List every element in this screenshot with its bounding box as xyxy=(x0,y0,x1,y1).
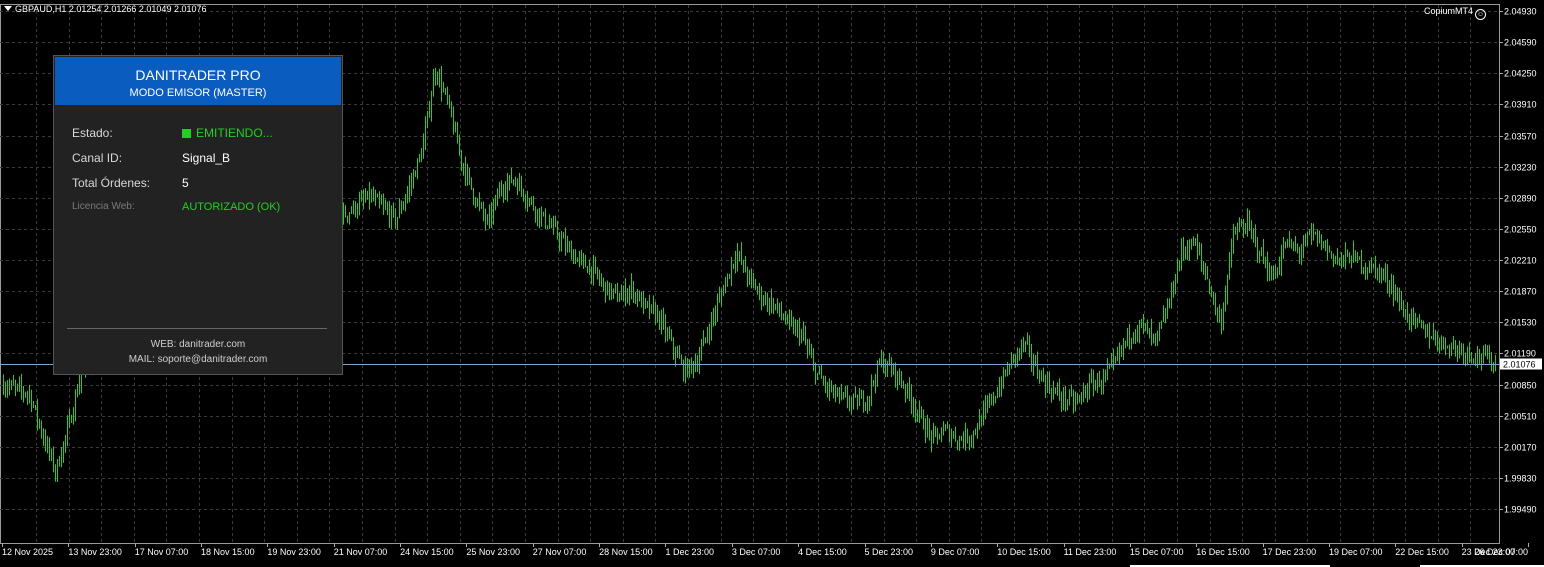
x-tick-label: 4 Dec 15:00 xyxy=(798,547,847,557)
x-tick-label: 25 Nov 23:00 xyxy=(466,547,520,557)
y-tick-label: 2.04250 xyxy=(1504,69,1537,79)
web-link[interactable]: WEB: danitrader.com xyxy=(54,339,342,350)
y-tick-label: 2.01190 xyxy=(1504,349,1536,359)
y-tick-label: 2.02210 xyxy=(1504,256,1537,266)
x-tick-label: 1 Dec 23:00 xyxy=(665,547,714,557)
y-tick-label: 2.00510 xyxy=(1504,412,1537,422)
brand-text: CopiumMT4 xyxy=(1423,6,1473,16)
x-tick-label: 16 Dec 15:00 xyxy=(1196,547,1250,557)
estado-label: Estado: xyxy=(72,126,113,140)
estado-value: EMITIENDO... xyxy=(182,126,273,140)
estado-text: EMITIENDO... xyxy=(196,126,273,140)
x-tick-label: 3 Dec 07:00 xyxy=(732,547,781,557)
canal-value: Signal_B xyxy=(182,151,231,165)
x-tick-label: 9 Dec 07:00 xyxy=(931,547,980,557)
y-tick-label: 2.04930 xyxy=(1504,7,1537,17)
status-square-icon xyxy=(182,129,191,138)
y-tick-label: 2.03910 xyxy=(1504,100,1537,110)
y-tick-label: 2.01870 xyxy=(1504,287,1537,297)
y-tick-label: 2.04590 xyxy=(1504,38,1537,48)
x-tick-label: 10 Dec 15:00 xyxy=(997,547,1051,557)
x-tick-label: 19 Dec 07:00 xyxy=(1329,547,1383,557)
y-tick-label: 2.01530 xyxy=(1504,318,1537,328)
licencia-label: Licencia Web: xyxy=(72,201,135,212)
x-tick-label: 17 Nov 07:00 xyxy=(135,547,189,557)
x-tick-label: 5 Dec 23:00 xyxy=(865,547,914,557)
x-tick-label: 19 Nov 23:00 xyxy=(267,547,321,557)
x-tick-label: 13 Nov 23:00 xyxy=(68,547,122,557)
y-tick-label: 2.03230 xyxy=(1504,163,1537,173)
panel-header: DANITRADER PRO MODO EMISOR (MASTER) xyxy=(55,57,341,105)
y-tick-label: 2.00850 xyxy=(1504,381,1537,391)
y-tick-label: 2.03570 xyxy=(1504,132,1537,142)
x-tick-label: 11 Dec 23:00 xyxy=(1064,547,1117,557)
x-tick-label: 12 Nov 2025 xyxy=(2,547,53,557)
y-tick-label: 2.02550 xyxy=(1504,225,1537,235)
x-tick-label: 18 Nov 15:00 xyxy=(201,547,255,557)
x-tick-label: 15 Dec 07:00 xyxy=(1130,547,1184,557)
x-tick-label: 22 Dec 15:00 xyxy=(1395,547,1449,557)
mail-link[interactable]: MAIL: soporte@danitrader.com xyxy=(54,354,342,365)
bottom-strip xyxy=(0,559,1544,567)
y-tick-label: 2.00170 xyxy=(1504,443,1537,453)
panel-subtitle: MODO EMISOR (MASTER) xyxy=(129,87,267,99)
licencia-value: AUTORIZADO (OK) xyxy=(182,201,281,213)
y-tick-label: 1.99490 xyxy=(1504,505,1537,515)
dropdown-triangle-icon[interactable] xyxy=(4,6,12,11)
panel-divider xyxy=(67,328,327,329)
x-tick-label: 24 Nov 15:00 xyxy=(400,547,454,557)
total-ordenes-value: 5 xyxy=(182,176,189,190)
y-tick-label: 2.02890 xyxy=(1504,194,1537,204)
brand-label: CopiumMT4 ☺ xyxy=(1424,6,1486,20)
y-tick-label: 1.99830 xyxy=(1504,474,1537,484)
current-price-label: 2.01076 xyxy=(1503,360,1536,370)
total-ordenes-label: Total Órdenes: xyxy=(72,176,151,190)
x-tick-label: 27 Nov 07:00 xyxy=(533,547,587,557)
symbol-quote-line: GBPAUD,H1 2.01254 2.01266 2.01049 2.0107… xyxy=(15,4,207,14)
chart-header: GBPAUD,H1 2.01254 2.01266 2.01049 2.0107… xyxy=(4,4,206,14)
x-tick-label: 21 Nov 07:00 xyxy=(334,547,388,557)
x-tick-label: 26 Dec 07:00 xyxy=(1474,547,1528,557)
x-tick-label: 28 Nov 15:00 xyxy=(599,547,653,557)
x-tick-label: 17 Dec 23:00 xyxy=(1263,547,1317,557)
canal-label: Canal ID: xyxy=(72,151,123,165)
panel-title: DANITRADER PRO xyxy=(135,67,261,83)
danitrader-panel: DANITRADER PRO MODO EMISOR (MASTER) Esta… xyxy=(53,55,343,375)
smiley-icon: ☺ xyxy=(1475,9,1486,20)
